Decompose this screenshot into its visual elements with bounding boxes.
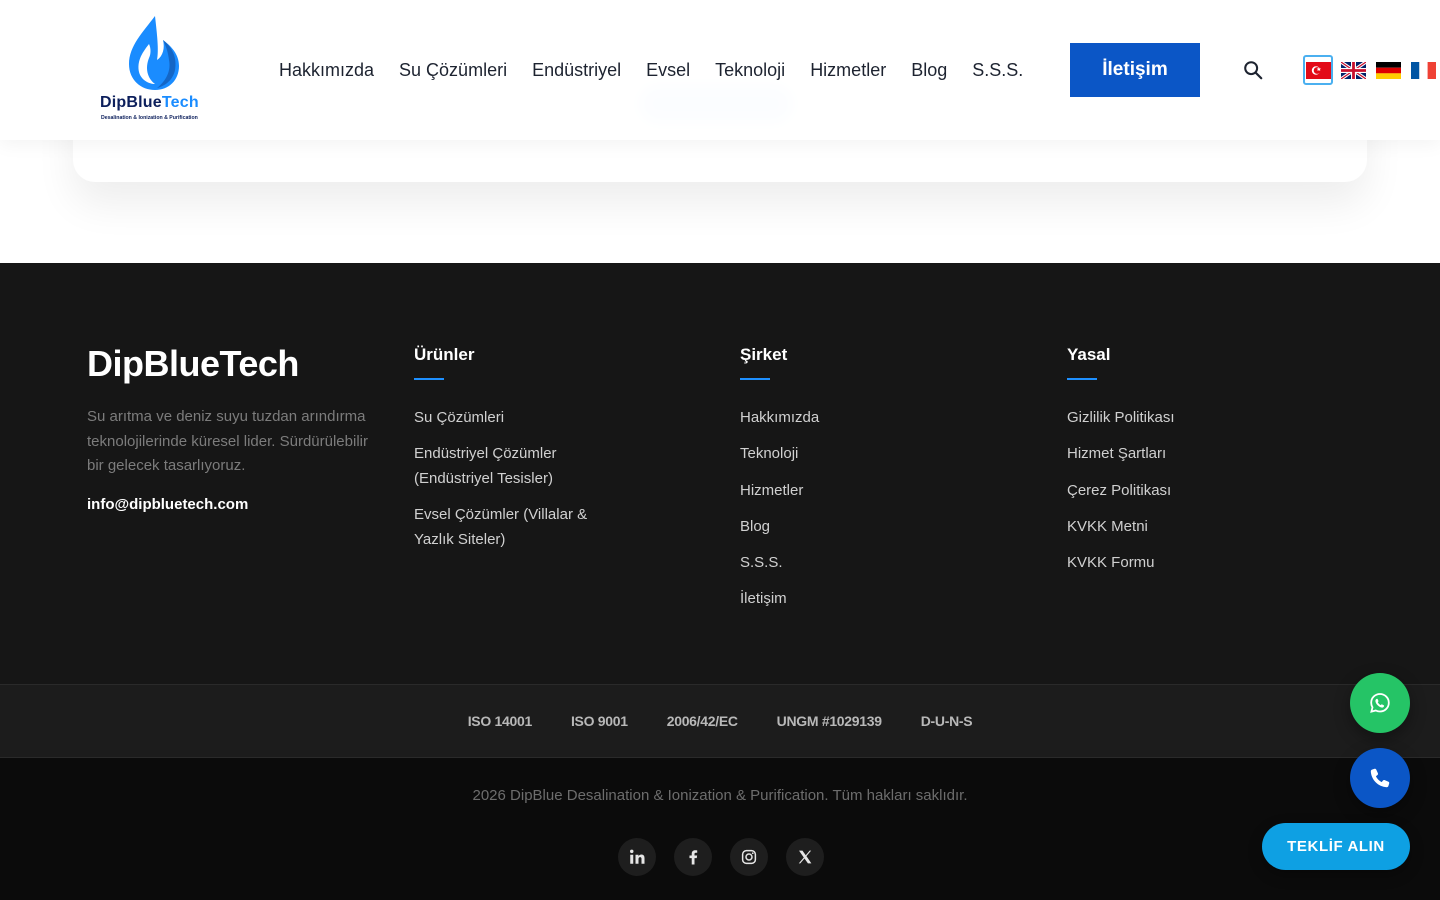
site-footer: DipBlueTech Su arıtma ve deniz suyu tuzd… bbox=[0, 263, 1440, 684]
footer-link-gizlilik[interactable]: Gizlilik Politikası bbox=[1067, 406, 1175, 431]
logo-tagline: Desalination & Ionization & Purification bbox=[101, 115, 198, 121]
site-header: DipBlueTech Desalination & Ionization & … bbox=[0, 0, 1440, 140]
language-switcher bbox=[1303, 55, 1440, 85]
footer-link-hizmet-sartlari[interactable]: Hizmet Şartları bbox=[1067, 442, 1175, 467]
x-link[interactable] bbox=[786, 838, 824, 876]
footer-link-sss[interactable]: S.S.S. bbox=[740, 551, 819, 576]
footer-link-hizmetler[interactable]: Hizmetler bbox=[740, 479, 819, 504]
title-underline bbox=[1067, 378, 1097, 380]
nav-item-sss[interactable]: S.S.S. bbox=[972, 60, 1023, 81]
linkedin-icon bbox=[630, 849, 645, 864]
footer-column-company: Şirket Hakkımızda Teknoloji Hizmetler Bl… bbox=[740, 345, 819, 624]
footer-about-text: Su arıtma ve deniz suyu tuzdan arındırma… bbox=[87, 408, 368, 474]
footer-link-kvkk-formu[interactable]: KVKK Formu bbox=[1067, 551, 1175, 576]
nav-item-blog[interactable]: Blog bbox=[911, 60, 947, 81]
france-flag-icon bbox=[1410, 61, 1436, 79]
title-underline bbox=[740, 378, 770, 380]
facebook-icon bbox=[689, 850, 698, 865]
nav-item-su-cozumleri[interactable]: Su Çözümleri bbox=[399, 60, 507, 81]
social-links bbox=[618, 838, 842, 876]
nav-item-endustriyel[interactable]: Endüstriyel bbox=[532, 60, 621, 81]
uk-flag-icon bbox=[1340, 61, 1366, 79]
footer-link-teknoloji[interactable]: Teknoloji bbox=[740, 442, 819, 467]
footer-link-evsel-cozumler[interactable]: Evsel Çözümler (Villalar & Yazlık Sitele… bbox=[414, 503, 594, 552]
footer-link-su-cozumleri[interactable]: Su Çözümleri bbox=[414, 406, 594, 431]
footer-link-cerez[interactable]: Çerez Politikası bbox=[1067, 479, 1175, 504]
whatsapp-icon bbox=[1370, 693, 1390, 713]
certifications-bar: ISO 14001 ISO 9001 2006/42/EC UNGM #1029… bbox=[0, 684, 1440, 758]
facebook-link[interactable] bbox=[674, 838, 712, 876]
language-fr[interactable] bbox=[1408, 55, 1438, 85]
water-drop-logo-icon bbox=[129, 16, 179, 90]
cert-badge: ISO 9001 bbox=[570, 713, 628, 729]
nav-item-teknoloji[interactable]: Teknoloji bbox=[715, 60, 785, 81]
phone-icon bbox=[1370, 768, 1390, 788]
nav-item-hakkimizda[interactable]: Hakkımızda bbox=[279, 60, 374, 81]
footer-link-endustriyel-cozumler[interactable]: Endüstriyel Çözümler (Endüstriyel Tesisl… bbox=[414, 442, 594, 491]
footer-link-kvkk-metni[interactable]: KVKK Metni bbox=[1067, 515, 1175, 540]
footer-link-hakkimizda[interactable]: Hakkımızda bbox=[740, 406, 819, 431]
contact-button[interactable]: İletişim bbox=[1070, 43, 1200, 97]
nav-item-hizmetler[interactable]: Hizmetler bbox=[810, 60, 886, 81]
footer-link-blog[interactable]: Blog bbox=[740, 515, 819, 540]
footer-column-title: Şirket bbox=[740, 345, 788, 364]
title-underline bbox=[414, 378, 444, 380]
get-quote-button[interactable]: TEKLİF ALIN bbox=[1262, 823, 1410, 870]
footer-email-link[interactable]: info@dipbluetech.com bbox=[87, 496, 248, 513]
footer-brand: DipBlueTech bbox=[87, 343, 299, 384]
language-tr[interactable] bbox=[1303, 55, 1333, 85]
cert-badge: ISO 14001 bbox=[467, 713, 533, 729]
turkey-flag-icon bbox=[1305, 61, 1331, 79]
footer-column-title: Ürünler bbox=[414, 345, 475, 364]
footer-column-title: Yasal bbox=[1067, 345, 1111, 364]
footer-column-products: Ürünler Su Çözümleri Endüstriyel Çözümle… bbox=[414, 345, 594, 564]
instagram-icon bbox=[741, 849, 757, 865]
logo-wordmark: DipBlueTech bbox=[100, 94, 199, 111]
language-en[interactable] bbox=[1338, 55, 1368, 85]
cert-badge: UNGM #1029139 bbox=[776, 713, 882, 729]
copyright-text: 2026 DipBlue Desalination & Ionization &… bbox=[472, 787, 968, 804]
footer-column-legal: Yasal Gizlilik Politikası Hizmet Şartlar… bbox=[1067, 345, 1175, 587]
germany-flag-icon bbox=[1375, 61, 1401, 79]
linkedin-link[interactable] bbox=[618, 838, 656, 876]
cert-badge: D-U-N-S bbox=[920, 713, 973, 729]
cert-badge: 2006/42/EC bbox=[666, 713, 738, 729]
nav-item-evsel[interactable]: Evsel bbox=[646, 60, 690, 81]
language-de[interactable] bbox=[1373, 55, 1403, 85]
footer-bottom: 2026 DipBlue Desalination & Ionization &… bbox=[0, 758, 1440, 900]
site-logo[interactable]: DipBlueTech Desalination & Ionization & … bbox=[97, 14, 213, 126]
search-icon[interactable] bbox=[1242, 59, 1264, 81]
footer-link-iletisim[interactable]: İletişim bbox=[740, 587, 819, 612]
phone-button[interactable] bbox=[1350, 748, 1410, 808]
main-nav: Hakkımızda Su Çözümleri Endüstriyel Evse… bbox=[279, 0, 1048, 140]
instagram-link[interactable] bbox=[730, 838, 768, 876]
whatsapp-button[interactable] bbox=[1350, 673, 1410, 733]
x-icon bbox=[798, 850, 812, 864]
